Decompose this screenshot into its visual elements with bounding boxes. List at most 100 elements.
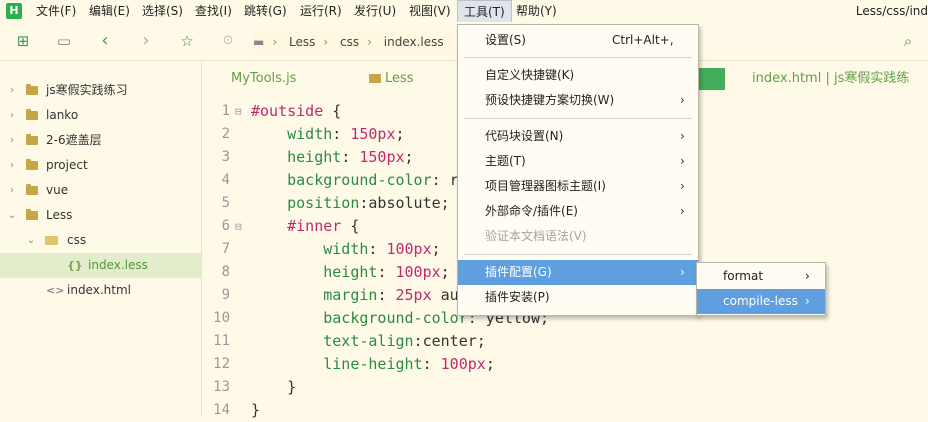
tree-label: Less: [46, 208, 73, 222]
code-text: height: 150px;: [251, 146, 414, 169]
code-token: width: [323, 240, 369, 258]
menu-find[interactable]: 查找(I): [195, 0, 232, 22]
new-file-icon[interactable]: ⊞: [13, 22, 33, 60]
save-icon[interactable]: ▭: [54, 22, 74, 60]
chevron-right-icon[interactable]: ›: [7, 78, 17, 103]
line-number: 14: [213, 402, 230, 418]
code-token: :: [377, 263, 396, 281]
address-bar[interactable]: ▬ › Less › css › index.less: [253, 30, 455, 54]
tab-less[interactable]: Less: [385, 61, 414, 96]
chevron-right-icon[interactable]: ›: [7, 178, 17, 203]
menu-goto[interactable]: 跳转(G): [244, 0, 287, 22]
fold-toggle-icon[interactable]: ⊟: [235, 100, 242, 123]
code-token: }: [251, 378, 297, 396]
tree-item-css[interactable]: ⌄ css: [0, 228, 201, 253]
menu-item-label: 自定义快捷键(K): [485, 68, 575, 82]
folder-icon: [26, 134, 38, 145]
menu-item-settings[interactable]: 设置(S) Ctrl+Alt+,: [458, 28, 698, 53]
code-text: #outside {: [251, 100, 341, 123]
code-token: :center;: [413, 332, 486, 350]
tree-label: project: [46, 158, 88, 172]
address-segment[interactable]: index.less: [384, 35, 444, 49]
menu-publish[interactable]: 发行(U): [354, 0, 396, 22]
preview-icon[interactable]: ⌕: [898, 22, 918, 60]
menu-item-icon-theme[interactable]: 项目管理器图标主题(I) ›: [458, 174, 698, 199]
code-token: margin: [323, 286, 378, 304]
tab-index-html[interactable]: index.html | js寒假实践练习/2: [752, 61, 928, 121]
menu-item-external-commands[interactable]: 外部命令/插件(E) ›: [458, 199, 698, 224]
favorite-star-icon[interactable]: ☆: [177, 22, 197, 60]
menu-item-label: 项目管理器图标主题(I): [485, 179, 606, 193]
menu-run[interactable]: 运行(R): [300, 0, 342, 22]
code-text: }: [251, 376, 296, 399]
address-segment[interactable]: css: [340, 35, 359, 49]
back-icon[interactable]: ‹: [95, 22, 115, 60]
menu-file[interactable]: 文件(F): [36, 0, 76, 22]
chevron-right-icon[interactable]: ›: [7, 103, 17, 128]
menu-item-label: 插件安装(P): [485, 290, 550, 304]
menu-item-label: 设置(S): [485, 33, 526, 47]
menu-item-snippets[interactable]: 代码块设置(N) ›: [458, 124, 698, 149]
chevron-right-icon[interactable]: ›: [7, 128, 17, 153]
code-line[interactable]: 13 }: [202, 376, 928, 399]
tree-item-js-practice[interactable]: › js寒假实践练习: [0, 78, 201, 103]
code-token: ;: [404, 148, 414, 166]
menu-tools[interactable]: 工具(T): [457, 0, 512, 22]
plugin-config-submenu: format › compile-less ›: [696, 262, 826, 316]
line-number: 2: [221, 126, 230, 142]
address-segment[interactable]: Less: [289, 35, 315, 49]
menu-select[interactable]: 选择(S): [142, 0, 183, 22]
code-line[interactable]: 14}: [202, 399, 928, 422]
chevron-right-icon[interactable]: ›: [7, 153, 17, 178]
line-number: 4: [221, 172, 230, 188]
tree-item-less[interactable]: ⌄ Less: [0, 203, 201, 228]
menu-separator: [464, 254, 692, 255]
folder-icon: [26, 109, 38, 120]
forward-icon[interactable]: ›: [136, 22, 156, 60]
tree-item-index-less[interactable]: {} index.less: [0, 253, 201, 278]
code-line[interactable]: 11 text-align:center;: [202, 330, 928, 353]
code-token: height: [323, 263, 378, 281]
tree-item-project[interactable]: › project: [0, 153, 201, 178]
tree-item-overlay[interactable]: › 2-6遮盖层: [0, 128, 201, 153]
submenu-item-format[interactable]: format ›: [697, 264, 825, 289]
menu-bar: H 文件(F) 编辑(E) 选择(S) 查找(I) 跳转(G) 运行(R) 发行…: [0, 0, 928, 22]
chevron-right-icon: ›: [680, 204, 685, 218]
code-text: margin: 25px au: [251, 284, 458, 307]
menu-item-label: 主题(T): [485, 154, 526, 168]
project-explorer: › js寒假实践练习 › lanko › 2-6遮盖层 › project › …: [0, 61, 202, 417]
menu-item-custom-shortcuts[interactable]: 自定义快捷键(K): [458, 63, 698, 88]
code-token: 100px: [440, 355, 486, 373]
fold-toggle-icon[interactable]: ⊟: [235, 215, 242, 238]
menu-view[interactable]: 视图(V): [409, 0, 451, 22]
menu-help[interactable]: 帮助(Y): [516, 0, 557, 22]
chevron-down-icon[interactable]: ⌄: [7, 203, 17, 228]
tree-label: 2-6遮盖层: [46, 133, 102, 147]
folder-icon: [26, 184, 38, 195]
menu-item-theme[interactable]: 主题(T) ›: [458, 149, 698, 174]
code-token: text-align: [323, 332, 414, 350]
tree-item-index-html[interactable]: <> index.html: [0, 278, 201, 303]
code-text: width: 100px;: [251, 238, 440, 261]
tree-item-vue[interactable]: › vue: [0, 178, 201, 203]
code-line[interactable]: 12 line-height: 100px;: [202, 353, 928, 376]
menu-item-keymap-switch[interactable]: 预设快捷键方案切换(W) ›: [458, 88, 698, 113]
code-token: {: [323, 102, 342, 120]
run-icon[interactable]: ⊙: [218, 22, 238, 60]
code-token: }: [251, 401, 261, 419]
menu-edit[interactable]: 编辑(E): [89, 0, 130, 22]
menu-item-plugin-install[interactable]: 插件安装(P): [458, 285, 698, 310]
code-text: #inner {: [251, 215, 359, 238]
menu-item-label: format: [723, 269, 764, 283]
code-text: width: 150px;: [251, 123, 404, 146]
window-title-path: Less/css/ind: [855, 4, 928, 18]
menu-item-validate-syntax: 验证本文档语法(V): [458, 224, 698, 249]
tree-item-lanko[interactable]: › lanko: [0, 103, 201, 128]
tab-mytools-js[interactable]: MyTools.js: [231, 61, 296, 96]
menu-item-plugin-config[interactable]: 插件配置(G) ›: [458, 260, 698, 285]
code-token: 150px: [350, 125, 396, 143]
chevron-down-icon[interactable]: ⌄: [26, 228, 36, 253]
submenu-item-compile-less[interactable]: compile-less ›: [697, 289, 825, 314]
line-number: 3: [221, 149, 230, 165]
